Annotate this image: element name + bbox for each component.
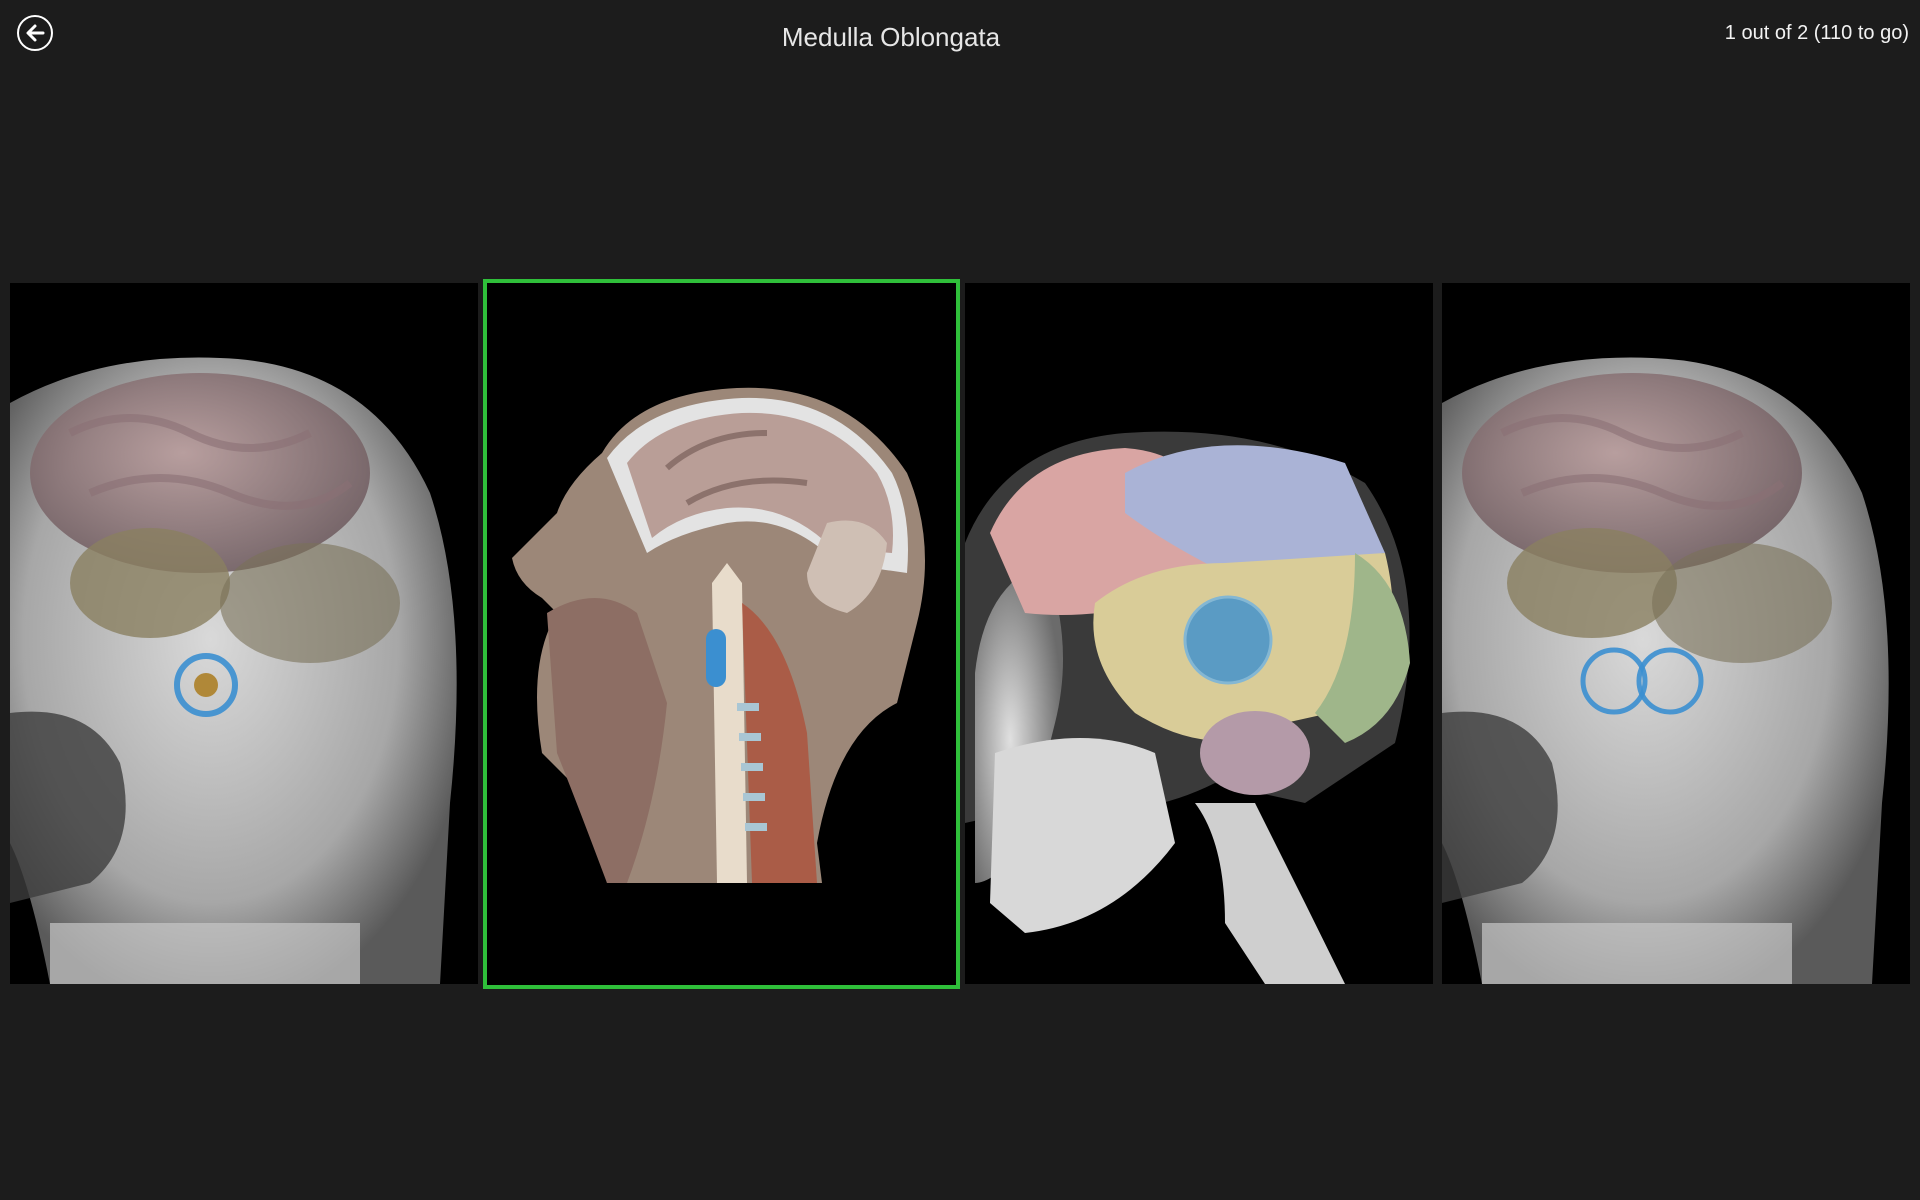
choice-tile-2-selected[interactable] xyxy=(483,279,960,989)
choice-tile-1[interactable] xyxy=(10,283,478,984)
choice-tile-4[interactable] xyxy=(1442,283,1910,984)
sagittal-head-illustration xyxy=(512,387,925,883)
choice-tile-3[interactable] xyxy=(965,283,1433,984)
brain-lobes-illustration xyxy=(965,431,1410,984)
progress-counter: 1 out of 2 (110 to go) xyxy=(1724,22,1909,44)
skull-brainstem-illustration xyxy=(10,357,457,984)
page-title: Medulla Oblongata xyxy=(781,22,1001,52)
skull-double-marker-illustration xyxy=(1442,357,1889,984)
